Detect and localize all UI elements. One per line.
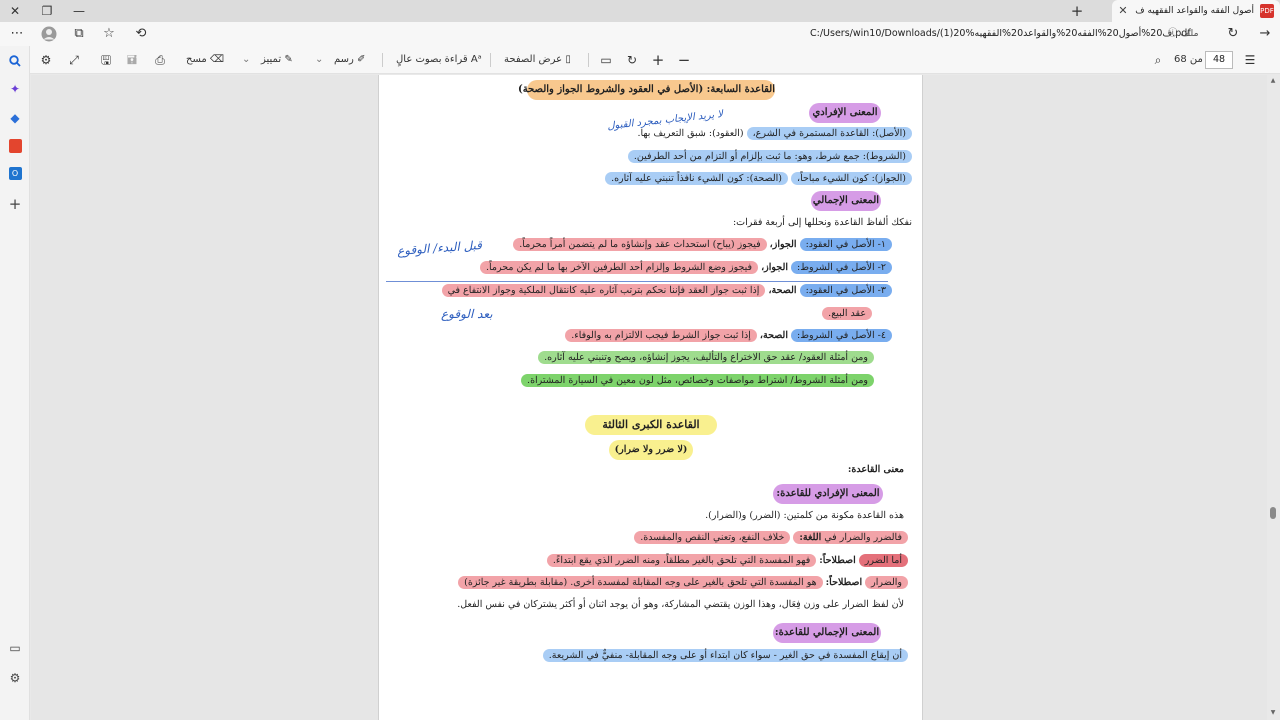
page-count: من 68 xyxy=(1174,54,1203,65)
url-field[interactable]: C:/Users/win10/Downloads/(1)20%ف20%أصول2… xyxy=(810,25,1210,43)
more-options-icon[interactable]: ⋯ xyxy=(4,22,30,46)
browser-sidebar: ✦ ◆ O + ▭ ⚙ xyxy=(0,46,30,720)
paragraph-3-continued: عقد البيع. xyxy=(822,305,872,323)
scroll-down-icon[interactable]: ▼ xyxy=(1269,709,1277,716)
zoom-out-icon[interactable]: − xyxy=(674,50,694,70)
paragraph-3: ٣- الأصل في العقود: الصحة، إذا ثبت جواز … xyxy=(441,282,892,300)
scrollbar-thumb[interactable] xyxy=(1270,507,1276,519)
toolbar-divider xyxy=(490,53,491,67)
profile-icon[interactable] xyxy=(36,22,62,46)
toolbar-divider xyxy=(588,53,589,67)
window-title-bar: ✕ ❐ — + PDF أصول الفقه والقواعد الفقهيه … xyxy=(0,0,1280,22)
save-icon[interactable]: 🖬 xyxy=(122,50,142,70)
highlight-button[interactable]: تمييز ✎ xyxy=(261,50,293,70)
explanation-line: لأن لفظ الضرار على وزن فِعَال، وهذا الوز… xyxy=(457,599,904,610)
pdf-toolbar: ⚙ ⤢ 🖫 🖬 ⎙ مسح ⌫ ⌄ تمييز ✎ ⌄ رسم ✐ قراءة … xyxy=(30,46,1280,74)
restore-window-icon[interactable]: ❐ xyxy=(32,0,62,22)
paragraph-4: ٤- الأصل في الشروط: الصحة، إذا ثبت جواز … xyxy=(565,327,892,345)
paragraph-2: ٢- الأصل في الشروط: الجواز، فيجوز وضع ال… xyxy=(480,259,892,277)
copilot-icon[interactable]: ✦ xyxy=(5,79,25,99)
favorites-icon[interactable]: ☆ xyxy=(96,22,122,46)
read-aloud-button[interactable]: قراءة بصوت عالٍ Aᵃ xyxy=(396,50,482,70)
pdf-page: القاعدة السابعة: (الأصل في العقود والشرو… xyxy=(378,75,923,720)
read-aloud-icon: Aᵃ xyxy=(470,54,482,65)
definition-line-3: (الجواز): كون الشيء مباحاً، (الصحة): كون… xyxy=(605,170,912,188)
file-label: ⓘ ملف xyxy=(1168,28,1199,39)
example-contracts: ومن أمثلة العقود/ عقد حق الاختراع والتأل… xyxy=(538,349,874,367)
vertical-scrollbar[interactable]: ▲ ▼ xyxy=(1269,75,1277,720)
search-icon[interactable] xyxy=(5,51,25,71)
general-meaning-heading: المعنى الإجمالي xyxy=(811,191,881,211)
rule-three-title: القاعدة الكبرى الثالثة xyxy=(585,415,717,435)
intro-line: نفكك ألفاظ القاعدة ونحللها إلى أربعة فقر… xyxy=(732,217,912,228)
rule-meaning-heading: معنى القاعدة: xyxy=(847,464,904,475)
handwritten-note-before: قبل البدء/ الوقوع xyxy=(396,238,483,258)
shopping-tag-icon[interactable]: ◆ xyxy=(5,108,25,128)
find-icon[interactable]: ⌕ xyxy=(1148,50,1168,70)
general-meaning-text: أن إيقاع المفسدة في حق الغير - سواء كان … xyxy=(542,647,908,665)
add-sidebar-app-icon[interactable]: + xyxy=(5,194,25,214)
sidebar-panel-icon[interactable]: ▭ xyxy=(5,638,25,658)
words-line: هذه القاعدة مكونة من كلمتين: (الضرر) و(ا… xyxy=(705,510,904,521)
pdf-settings-icon[interactable]: ⚙ xyxy=(36,50,56,70)
zoom-in-icon[interactable]: + xyxy=(648,50,668,70)
erase-button[interactable]: مسح ⌫ xyxy=(186,50,224,70)
highlight-dropdown-icon[interactable]: ⌄ xyxy=(242,50,250,70)
rule-three-subtitle: (لا ضرر ولا ضرار) xyxy=(609,440,693,460)
minimize-window-icon[interactable]: — xyxy=(64,0,94,22)
fit-page-icon[interactable]: ▭ xyxy=(596,50,616,70)
literal-meaning-heading-2: المعنى الإفرادي للقاعدة: xyxy=(773,484,883,504)
address-bar: ⋯ ⧉ ☆ ⟲ C:/Users/win10/Downloads/(1)20%ف… xyxy=(0,22,1280,46)
handwritten-note-after: بعد الوقوع xyxy=(441,307,493,321)
pen-icon: ✐ xyxy=(357,54,366,65)
fullscreen-icon[interactable]: ⤢ xyxy=(64,50,84,70)
tab-close-icon[interactable]: ✕ xyxy=(1116,0,1130,22)
pdf-viewer[interactable]: القاعدة السابعة: (الأصل في العقود والشرو… xyxy=(31,75,1267,720)
draw-dropdown-icon[interactable]: ⌄ xyxy=(315,50,323,70)
page-view-icon: ▯ xyxy=(565,54,571,65)
term-definition-1: أما الضرر اصطلاحاً: فهو المفسدة التي تلح… xyxy=(546,552,908,570)
rotate-icon[interactable]: ↻ xyxy=(622,50,642,70)
example-conditions: ومن أمثلة الشروط/ اشتراط مواصفات وخصائص،… xyxy=(521,372,874,390)
reload-icon[interactable]: ↻ xyxy=(1220,22,1246,46)
contents-icon[interactable]: ☰ xyxy=(1240,50,1260,70)
definition-line-2: (الشروط): جمع شرط، وهو: ما ثبت بإلزام أو… xyxy=(627,148,912,166)
new-tab-button[interactable]: + xyxy=(1066,0,1088,22)
rule-seven-title: القاعدة السابعة: (الأصل في العقود والشرو… xyxy=(518,80,775,100)
settings-icon[interactable]: ⚙ xyxy=(5,668,25,688)
draw-button[interactable]: رسم ✐ xyxy=(334,50,365,70)
extensions-icon[interactable]: ⟲ xyxy=(128,22,154,46)
print-icon[interactable]: ⎙ xyxy=(150,50,170,70)
linguistic-meaning-line: فالضرر والضرار في اللغة: خلاف النفع، وتع… xyxy=(634,529,908,547)
toolbar-divider xyxy=(382,53,383,67)
pdf-icon: PDF xyxy=(1260,4,1274,18)
close-window-icon[interactable]: ✕ xyxy=(0,0,30,22)
highlighter-icon: ✎ xyxy=(284,54,293,65)
tab-title: أصول الفقه والقواعد الفقهيه ف (1) xyxy=(1134,6,1254,16)
forward-icon[interactable]: → xyxy=(1252,22,1278,46)
page-view-button[interactable]: عرض الصفحة ▯ xyxy=(504,50,571,70)
literal-meaning-heading: المعنى الإفرادي xyxy=(809,103,881,123)
definition-line-1: (الأصل): القاعدة المستمرة في الشرع، (الع… xyxy=(637,125,912,143)
collections-icon[interactable]: ⧉ xyxy=(66,22,92,46)
general-meaning-heading-2: المعنى الإجمالي للقاعدة: xyxy=(773,623,881,643)
term-definition-2: والضرار اصطلاحاً: هو المفسدة التي تلحق ب… xyxy=(458,574,908,592)
outlook-icon[interactable]: O xyxy=(5,164,25,184)
eraser-icon: ⌫ xyxy=(209,54,225,65)
scroll-up-icon[interactable]: ▲ xyxy=(1269,77,1277,84)
office-icon[interactable] xyxy=(5,136,25,156)
page-number-input[interactable]: 48 xyxy=(1205,51,1233,69)
paragraph-1: ١- الأصل في العقود: الجواز، فيجوز (يباح)… xyxy=(513,236,892,254)
browser-tab[interactable]: PDF أصول الفقه والقواعد الفقهيه ف (1) ✕ xyxy=(1112,0,1280,22)
save-as-icon[interactable]: 🖫 xyxy=(96,50,116,70)
